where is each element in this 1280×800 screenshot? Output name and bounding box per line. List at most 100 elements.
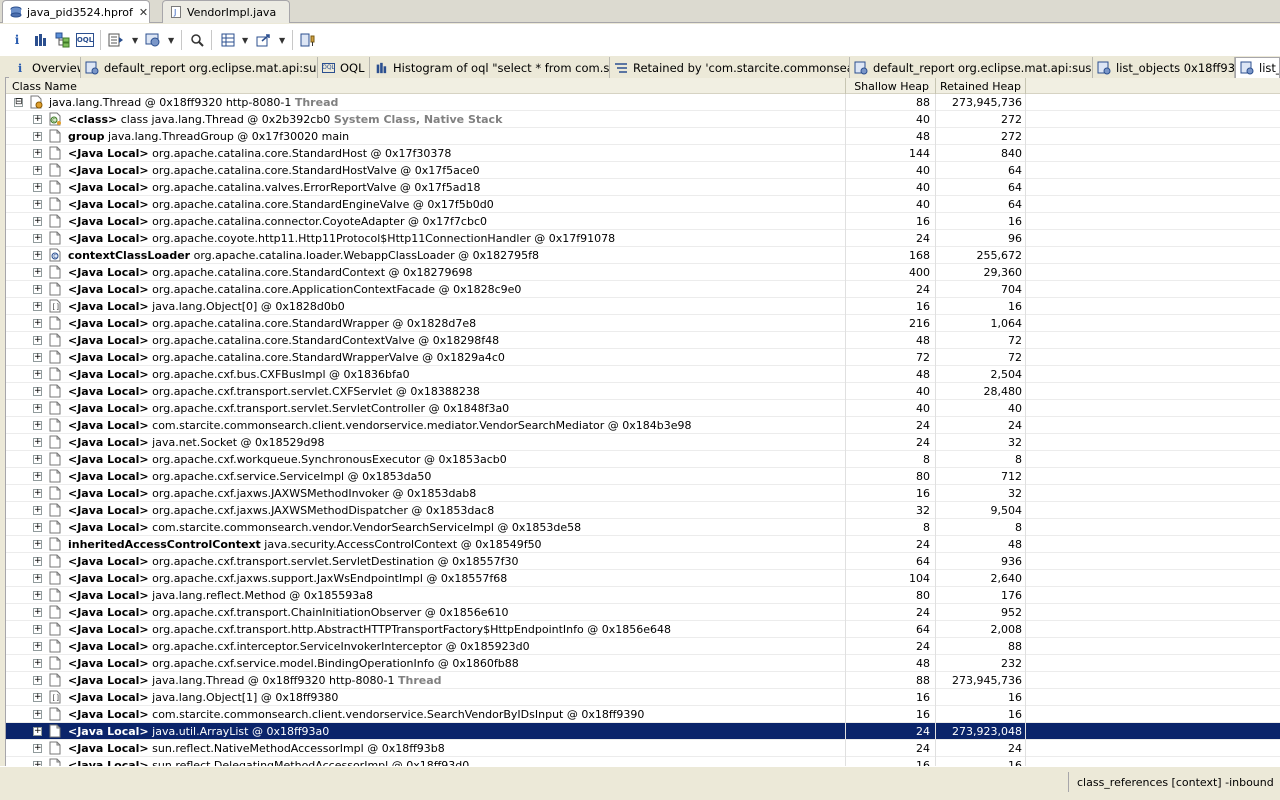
table-row[interactable]: + <Java Local> org.apache.catalina.core.S…: [6, 315, 1280, 332]
expand-icon[interactable]: +: [33, 404, 42, 413]
expand-icon[interactable]: +: [33, 132, 42, 141]
tab-histogram[interactable]: Histogram of oql "select * from com.star…: [370, 57, 610, 78]
table-row[interactable]: + <Java Local> com.starcite.commonsearch.…: [6, 706, 1280, 723]
expand-icon[interactable]: +: [33, 234, 42, 243]
expand-icon[interactable]: +: [33, 421, 42, 430]
tab-overview[interactable]: i Overview: [9, 57, 81, 78]
table-row[interactable]: + <Java Local> org.apache.cxf.interceptor…: [6, 638, 1280, 655]
expand-icon[interactable]: +: [33, 183, 42, 192]
table-row[interactable]: + <Java Local> org.apache.cxf.transport.s…: [6, 400, 1280, 417]
expand-icon[interactable]: +: [33, 217, 42, 226]
tab-default-report-2[interactable]: default_report org.eclipse.mat.api:suspe…: [850, 57, 1093, 78]
query-browser-icon[interactable]: [143, 30, 163, 50]
tab-list-objects[interactable]: list_objects 0x18ff9320: [1093, 57, 1235, 78]
histogram-icon[interactable]: [30, 30, 50, 50]
search-icon[interactable]: [187, 30, 207, 50]
expand-icon[interactable]: +: [33, 727, 42, 736]
grouping-icon[interactable]: [218, 30, 238, 50]
expand-icon[interactable]: +: [33, 387, 42, 396]
table-row[interactable]: + <Java Local> org.apache.cxf.bus.CXFBusI…: [6, 366, 1280, 383]
table-row[interactable]: + C <class> class java.lang.Thread @ 0x2b3…: [6, 111, 1280, 128]
info-icon[interactable]: i: [7, 30, 27, 50]
expand-icon[interactable]: +: [33, 489, 42, 498]
expand-icon[interactable]: +: [33, 591, 42, 600]
table-row[interactable]: + <Java Local> org.apache.cxf.transport.h…: [6, 621, 1280, 638]
expand-icon[interactable]: +: [33, 472, 42, 481]
expand-icon[interactable]: +: [33, 540, 42, 549]
expand-icon[interactable]: +: [33, 676, 42, 685]
table-row[interactable]: + <Java Local> org.apache.cxf.transport.s…: [6, 383, 1280, 400]
expand-icon[interactable]: +: [33, 710, 42, 719]
export-icon[interactable]: [254, 30, 274, 50]
expand-icon[interactable]: +: [33, 200, 42, 209]
expand-icon[interactable]: +: [33, 523, 42, 532]
tab-list-class-references[interactable]: list_c: [1235, 57, 1280, 78]
chevron-down-icon[interactable]: ▼: [132, 36, 138, 45]
table-row[interactable]: + <Java Local> org.apache.cxf.jaxws.JAXWS…: [6, 485, 1280, 502]
table-row[interactable]: + <Java Local> java.lang.reflect.Method @…: [6, 587, 1280, 604]
expand-icon[interactable]: +: [33, 574, 42, 583]
expand-icon[interactable]: +: [33, 251, 42, 260]
table-row[interactable]: + <Java Local> sun.reflect.NativeMethodAc…: [6, 740, 1280, 757]
table-row[interactable]: + <Java Local> org.apache.catalina.core.A…: [6, 281, 1280, 298]
table-row[interactable]: + <Java Local> org.apache.cxf.transport.C…: [6, 604, 1280, 621]
expand-icon[interactable]: +: [33, 557, 42, 566]
tab-default-report[interactable]: default_report org.eclipse.mat.api:suspe…: [81, 57, 318, 78]
tab-retained-by[interactable]: Retained by 'com.starcite.commonsearch..…: [610, 57, 850, 78]
collapse-icon[interactable]: ⊟: [14, 98, 23, 107]
chevron-down-icon[interactable]: ▼: [279, 36, 285, 45]
expand-icon[interactable]: +: [33, 455, 42, 464]
expand-icon[interactable]: +: [33, 319, 42, 328]
expand-icon[interactable]: +: [33, 149, 42, 158]
expand-icon[interactable]: +: [33, 608, 42, 617]
table-row[interactable]: + <Java Local> org.apache.cxf.transport.s…: [6, 553, 1280, 570]
table-row[interactable]: + <Java Local> java.lang.Thread @ 0x18ff9…: [6, 672, 1280, 689]
table-row[interactable]: ⊟ java.lang.Thread @ 0x18ff9320 http-8080…: [6, 94, 1280, 111]
table-row[interactable]: + <Java Local> org.apache.catalina.core.S…: [6, 162, 1280, 179]
table-row[interactable]: + <Java Local> org.apache.catalina.valves…: [6, 179, 1280, 196]
pin-icon[interactable]: [298, 30, 318, 50]
table-row[interactable]: + <Java Local> java.net.Socket @ 0x18529d…: [6, 434, 1280, 451]
tab-oql[interactable]: OQL OQL: [318, 57, 370, 78]
expand-icon[interactable]: +: [33, 336, 42, 345]
table-row[interactable]: + <Java Local> org.apache.catalina.core.S…: [6, 349, 1280, 366]
table-row[interactable]: + [] <Java Local> java.lang.Object[0] @ 0x…: [6, 298, 1280, 315]
table-row[interactable]: + <Java Local> sun.reflect.DelegatingMeth…: [6, 757, 1280, 766]
table-row[interactable]: + <Java Local> com.starcite.commonsearch.…: [6, 417, 1280, 434]
table-row[interactable]: + <Java Local> org.apache.catalina.core.S…: [6, 332, 1280, 349]
expand-icon[interactable]: +: [33, 642, 42, 651]
column-header-retained-heap[interactable]: Retained Heap: [936, 78, 1026, 94]
expand-icon[interactable]: +: [33, 353, 42, 362]
expand-icon[interactable]: +: [33, 438, 42, 447]
expand-icon[interactable]: +: [33, 285, 42, 294]
expand-icon[interactable]: +: [33, 744, 42, 753]
table-row[interactable]: + <Java Local> org.apache.cxf.jaxws.suppo…: [6, 570, 1280, 587]
expand-icon[interactable]: +: [33, 370, 42, 379]
expand-icon[interactable]: +: [33, 659, 42, 668]
oql-icon[interactable]: OQL: [76, 33, 94, 47]
editor-tab-heap-dump[interactable]: java_pid3524.hprof ✕: [2, 0, 150, 23]
table-row[interactable]: + [] <Java Local> java.lang.Object[1] @ 0x…: [6, 689, 1280, 706]
chevron-down-icon[interactable]: ▼: [242, 36, 248, 45]
table-row[interactable]: + <Java Local> org.apache.cxf.jaxws.JAXWS…: [6, 502, 1280, 519]
expand-icon[interactable]: +: [33, 268, 42, 277]
close-icon[interactable]: ✕: [139, 6, 148, 19]
chevron-down-icon[interactable]: ▼: [168, 36, 174, 45]
expand-icon[interactable]: +: [33, 166, 42, 175]
editor-tab-vendorimpl[interactable]: J VendorImpl.java: [162, 0, 290, 23]
table-row[interactable]: + <Java Local> org.apache.cxf.service.mod…: [6, 655, 1280, 672]
table-row[interactable]: + <Java Local> org.apache.catalina.core.S…: [6, 145, 1280, 162]
table-row[interactable]: + CcontextClassLoader org.apache.catalina…: [6, 247, 1280, 264]
table-row[interactable]: + <Java Local> java.util.ArrayList @ 0x18…: [6, 723, 1280, 740]
column-header-shallow-heap[interactable]: Shallow Heap: [846, 78, 936, 94]
table-row[interactable]: + <Java Local> org.apache.catalina.core.S…: [6, 264, 1280, 281]
expand-icon[interactable]: +: [33, 115, 42, 124]
table-row[interactable]: + group java.lang.ThreadGroup @ 0x17f3002…: [6, 128, 1280, 145]
table-row[interactable]: + <Java Local> org.apache.catalina.connec…: [6, 213, 1280, 230]
table-row[interactable]: + <Java Local> com.starcite.commonsearch.…: [6, 519, 1280, 536]
table-row[interactable]: + <Java Local> org.apache.catalina.core.S…: [6, 196, 1280, 213]
table-row[interactable]: + <Java Local> org.apache.cxf.workqueue.S…: [6, 451, 1280, 468]
expand-icon[interactable]: +: [33, 506, 42, 515]
expand-icon[interactable]: +: [33, 625, 42, 634]
table-row[interactable]: + inheritedAccessControlContext java.secu…: [6, 536, 1280, 553]
